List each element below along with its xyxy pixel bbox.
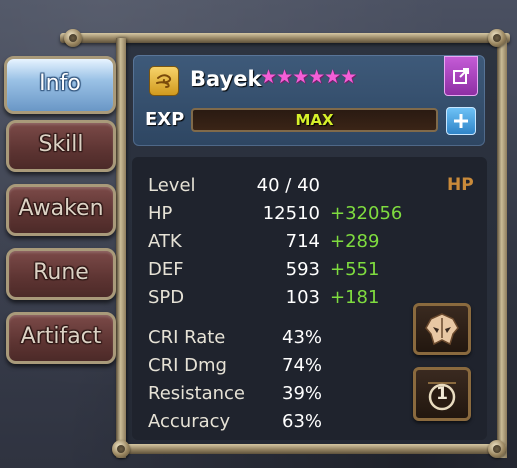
tab-artifact[interactable]: Artifact [6, 312, 116, 364]
stat-value-spd: 103 [285, 287, 320, 308]
stat-label-spd: SPD [148, 287, 185, 308]
stat-label-hp: HP [148, 203, 173, 224]
stat-value-level: 40 / 40 [256, 175, 320, 196]
stat-value-hp: 12510 [262, 203, 320, 224]
stat-value-resistance: 39% [282, 383, 323, 404]
mask-icon [425, 313, 459, 346]
share-button[interactable] [444, 56, 478, 96]
stat-value-def: 593 [285, 259, 320, 280]
stat-label-cri-dmg: CRI Dmg [148, 355, 227, 376]
frame-left [116, 38, 126, 458]
monster-name: Bayek [190, 67, 262, 91]
stat-label-atk: ATK [148, 231, 182, 252]
tab-label: Rune [33, 260, 89, 285]
tab-awaken[interactable]: Awaken [6, 184, 116, 236]
frame-bottom [116, 444, 506, 454]
exp-bar: MAX [191, 108, 438, 132]
stat-label-resistance: Resistance [148, 383, 245, 404]
frame-rivet [488, 440, 506, 458]
stat-label-cri-rate: CRI Rate [148, 327, 226, 348]
tab-label: Info [39, 71, 81, 96]
stat-label-def: DEF [148, 259, 184, 280]
count-badge-value: 1 [436, 384, 448, 404]
sort-tag: HP [447, 175, 474, 195]
star-rating: ★★★★★★ [260, 66, 357, 88]
skin-button[interactable] [413, 303, 471, 355]
stat-value-cri-dmg: 74% [282, 355, 323, 376]
frame-rivet [488, 29, 506, 47]
tab-label: Artifact [20, 324, 102, 349]
stat-bonus-spd: +181 [330, 287, 380, 308]
wind-element-icon [149, 66, 179, 96]
frame-rivet [64, 29, 82, 47]
tab-skill[interactable]: Skill [6, 120, 116, 172]
frame-top [60, 33, 510, 43]
stat-value-accuracy: 63% [282, 411, 323, 432]
exp-label: EXP [145, 109, 185, 130]
stat-value-cri-rate: 43% [282, 327, 323, 348]
tab-label: Awaken [18, 196, 104, 221]
stat-label-accuracy: Accuracy [148, 411, 231, 432]
stat-label-level: Level [148, 175, 196, 196]
tab-rune[interactable]: Rune [6, 248, 116, 300]
count-button[interactable]: 1 [413, 367, 471, 421]
stat-value-atk: 714 [285, 231, 320, 252]
tab-label: Skill [38, 132, 84, 157]
stat-bonus-def: +551 [330, 259, 380, 280]
add-exp-button[interactable] [446, 107, 476, 135]
frame-rivet [112, 440, 130, 458]
tab-info[interactable]: Info [4, 56, 116, 114]
stat-bonus-hp: +32056 [330, 203, 403, 224]
exp-value: MAX [295, 111, 334, 129]
frame-right [497, 38, 507, 458]
stat-bonus-atk: +289 [330, 231, 380, 252]
plus-icon [454, 114, 468, 128]
share-icon [453, 68, 469, 84]
